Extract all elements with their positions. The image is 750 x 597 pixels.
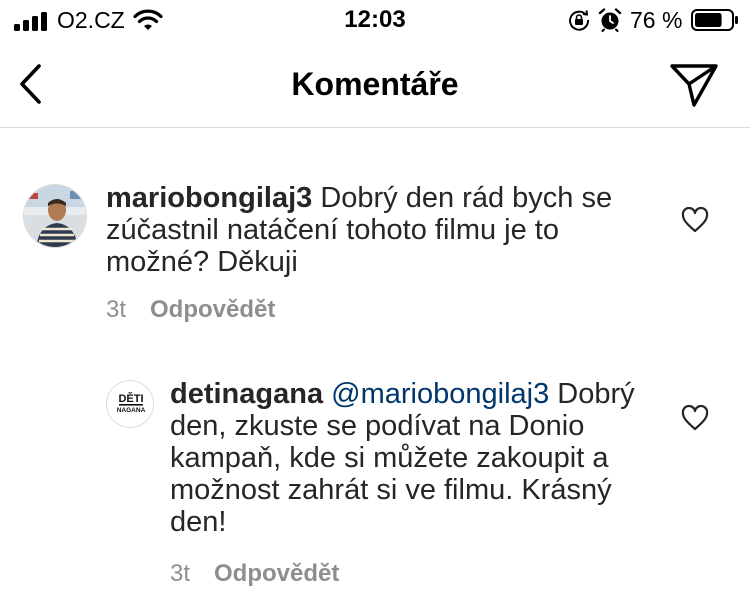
comment-meta: 3t Odpovědět bbox=[106, 296, 275, 324]
battery-percentage: 76 % bbox=[630, 7, 683, 33]
heart-icon[interactable] bbox=[681, 405, 709, 431]
comment-username[interactable]: mariobongilaj3 bbox=[106, 182, 312, 214]
comment-meta: 3t Odpovědět bbox=[170, 560, 339, 588]
comment-reply: DĚTI NAGANA detinagana @mariobongilaj3 D… bbox=[0, 350, 750, 597]
comment-age: 3t bbox=[106, 296, 127, 323]
avatar-logo-text-top: DĚTI bbox=[118, 392, 143, 405]
alarm-icon bbox=[598, 8, 622, 32]
comment-text: mariobongilaj3 Dobrý den rád bych se zúč… bbox=[106, 182, 666, 278]
avatar[interactable]: DĚTI NAGANA bbox=[106, 380, 154, 428]
avatar[interactable] bbox=[23, 184, 87, 248]
reply-button[interactable]: Odpovědět bbox=[150, 296, 275, 323]
status-bar: O2.CZ 12:03 76 % bbox=[0, 0, 750, 42]
comment-username[interactable]: detinagana bbox=[170, 378, 323, 410]
navigation-bar: Komentáře bbox=[0, 42, 750, 128]
comment-mention-link[interactable]: @mariobongilaj3 bbox=[331, 378, 549, 410]
page-title: Komentáře bbox=[291, 66, 459, 102]
heart-icon[interactable] bbox=[681, 207, 709, 233]
battery-icon bbox=[691, 9, 738, 31]
comment-text: detinagana @mariobongilaj3 Dobrý den, zk… bbox=[170, 378, 670, 538]
comment: mariobongilaj3 Dobrý den rád bych se zúč… bbox=[0, 128, 750, 328]
rotation-lock-icon bbox=[569, 10, 590, 31]
reply-button[interactable]: Odpovědět bbox=[214, 560, 339, 587]
avatar-logo-text-bottom: NAGANA bbox=[117, 407, 146, 414]
comment-age: 3t bbox=[170, 560, 191, 587]
send-direct-icon[interactable] bbox=[668, 60, 720, 110]
